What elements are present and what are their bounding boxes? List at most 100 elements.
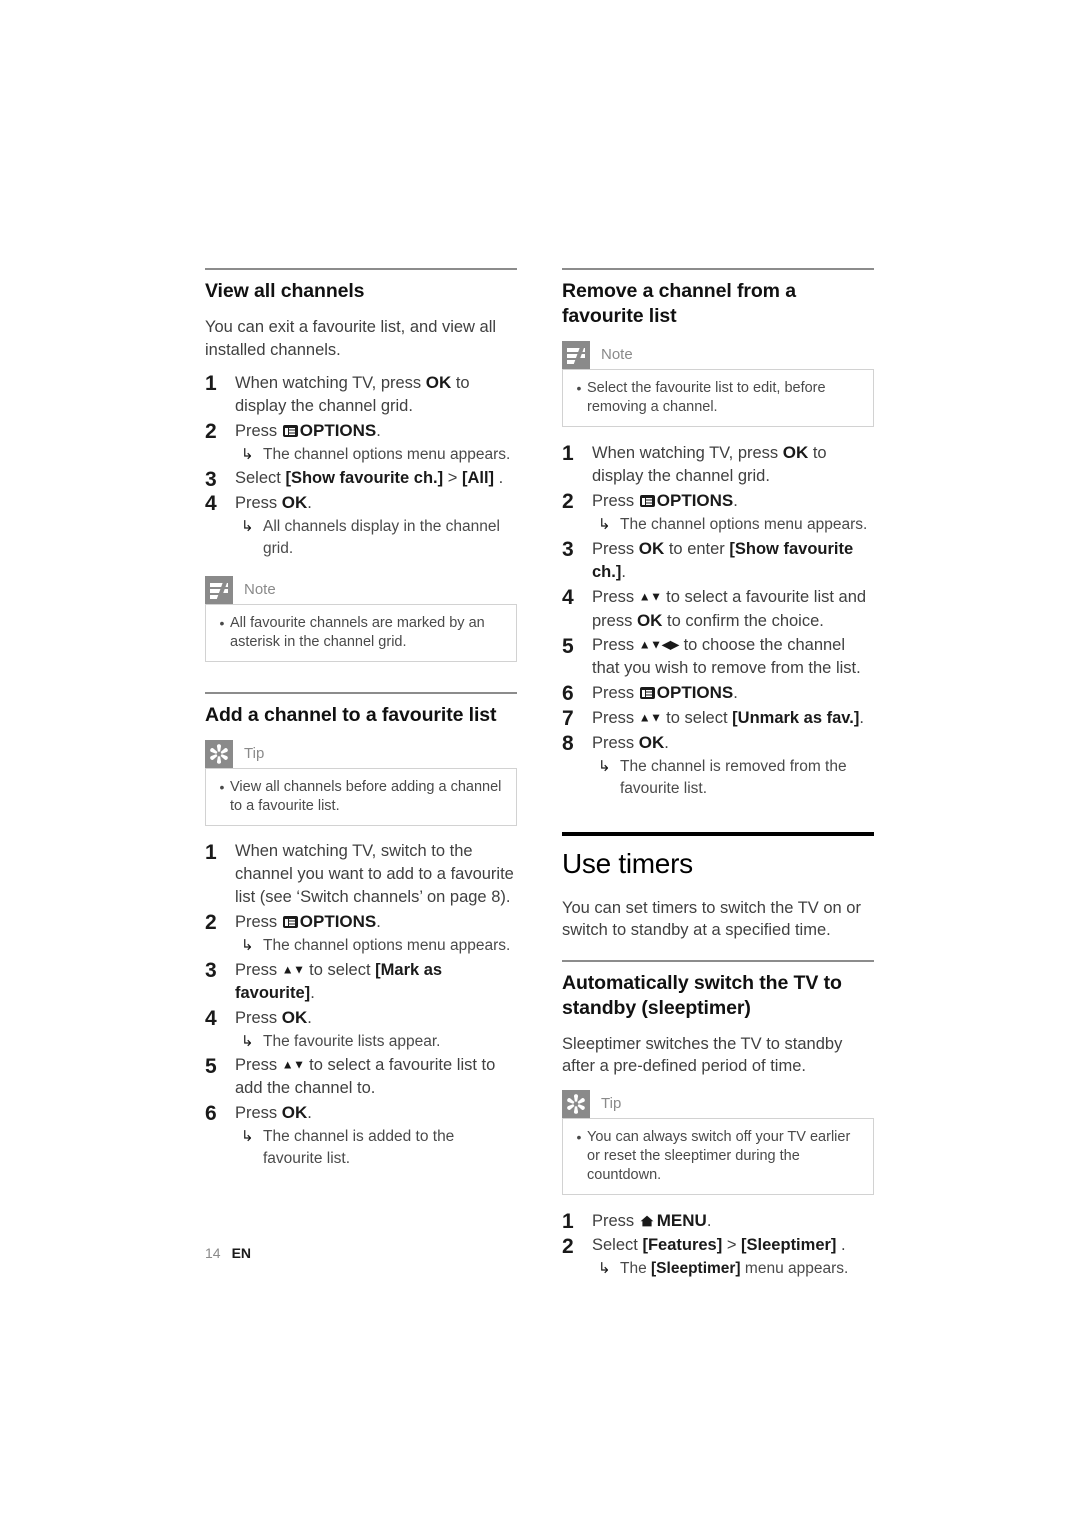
step-number: 1 xyxy=(562,1209,574,1233)
substep-text: The channel options menu appears. xyxy=(263,446,511,463)
updown-arrows-icon: ▲▼ xyxy=(281,1057,305,1072)
substep-arrow-icon: ↳ xyxy=(241,518,254,535)
section-rule xyxy=(205,268,517,270)
step-number: 2 xyxy=(205,911,217,934)
callout-item-text: Select the favourite list to edit, befor… xyxy=(587,380,826,415)
step-item: 5 Press ▲▼ to select a favourite list to… xyxy=(205,1054,517,1101)
step-text: Select [Show favourite ch.] > [All] . xyxy=(235,469,504,487)
callout-body: • All favourite channels are marked by a… xyxy=(205,604,517,662)
key-ok: OK xyxy=(638,732,665,752)
step-number: 7 xyxy=(562,707,574,730)
step-item: 7 Press ▲▼ to select [Unmark as fav.]. xyxy=(562,706,874,730)
step-text: Press ▲▼ to select a favourite list and … xyxy=(592,587,867,630)
updown-arrows-icon: ▲▼ xyxy=(281,962,305,976)
bullet-icon: • xyxy=(219,779,225,795)
section-add-channel-to-favourite: Add a channel to a favourite list Tip • … xyxy=(205,692,517,1170)
tip-icon xyxy=(205,740,233,768)
callout-list-item: • All favourite channels are marked by a… xyxy=(214,614,506,652)
step-item: 2 Select [Features] > [Sleeptimer] . ↳ T… xyxy=(562,1234,874,1280)
step-text: Press ▲▼◀▶ to choose the channel that yo… xyxy=(592,636,861,677)
step-item: 1 When watching TV, switch to the channe… xyxy=(205,840,517,909)
bullet-icon: • xyxy=(576,380,582,396)
home-menu-icon xyxy=(640,1215,654,1227)
options-icon xyxy=(282,916,298,928)
step-number: 8 xyxy=(562,731,574,755)
substep-text: The channel is added to the favourite li… xyxy=(263,1128,455,1167)
tip-callout: Tip • You can always switch off your TV … xyxy=(562,1089,874,1195)
step-text: Press OK. xyxy=(235,1103,312,1122)
substep-text: The channel is removed from the favourit… xyxy=(620,757,847,797)
substep-arrow-icon: ↳ xyxy=(598,516,611,533)
step-number: 5 xyxy=(205,1054,217,1078)
key-ok: OK xyxy=(281,493,308,512)
step-text: Press MENU. xyxy=(592,1210,712,1230)
callout-list-item: • Select the favourite list to edit, bef… xyxy=(571,379,863,417)
substep: ↳ The channel options menu appears. xyxy=(235,935,517,957)
step-item: 6 Press OK. ↳ The channel is added to th… xyxy=(205,1101,517,1170)
callout-list-item: • View all channels before adding a chan… xyxy=(214,778,506,816)
step-number: 4 xyxy=(205,1006,217,1030)
step-text: Press OK. xyxy=(235,493,312,512)
left-column: View all channels You can exit a favouri… xyxy=(205,268,517,1171)
substep-text: The favourite lists appear. xyxy=(263,1032,441,1050)
options-icon xyxy=(639,495,655,507)
step-item: 4 Press OK. ↳ The favourite lists appear… xyxy=(205,1006,517,1053)
options-icon xyxy=(639,687,655,699)
step-text: When watching TV, press OK to display th… xyxy=(592,443,827,485)
section-view-all-channels: View all channels You can exit a favouri… xyxy=(205,268,517,662)
step-number: 2 xyxy=(562,1234,574,1258)
step-item: 2 Press OPTIONS. ↳ The channel options m… xyxy=(562,489,874,536)
section-title-remove-channel: Remove a channel from a favourite list xyxy=(562,280,796,327)
step-text: Press OK to enter [Show favourite ch.]. xyxy=(592,539,854,581)
step-number: 2 xyxy=(205,420,217,443)
step-item: 6 Press OPTIONS. xyxy=(562,681,874,705)
tip-icon xyxy=(562,1089,590,1118)
step-number: 4 xyxy=(205,492,217,515)
steps-remove-channel: 1 When watching TV, press OK to display … xyxy=(562,441,874,800)
section-intro-use-timers: You can set timers to switch the TV on o… xyxy=(562,898,861,940)
step-number: 1 xyxy=(205,841,217,864)
substep: ↳ The channel options menu appears. xyxy=(592,514,874,536)
step-number: 3 xyxy=(205,468,217,491)
callout-item-text: All favourite channels are marked by an … xyxy=(230,615,485,650)
step-number: 4 xyxy=(562,586,574,609)
section-remove-channel-from-favourite: Remove a channel from a favourite list N… xyxy=(562,268,874,800)
updown-arrows-icon: ▲▼ xyxy=(638,589,662,603)
key-ok: OK xyxy=(281,1103,308,1122)
subsection-title-sleeptimer: Automatically switch the TV to standby (… xyxy=(562,971,842,1019)
substep: ↳ The [Sleeptimer] menu appears. xyxy=(592,1258,874,1280)
step-item: 4 Press ▲▼ to select a favourite list an… xyxy=(562,585,874,633)
options-icon xyxy=(282,425,298,437)
step-text: Press OPTIONS. xyxy=(592,683,738,702)
key-ok: OK xyxy=(425,373,452,392)
note-icon xyxy=(562,341,590,369)
asterisk-glyph xyxy=(567,1093,585,1114)
step-item: 8 Press OK. ↳ The channel is removed fro… xyxy=(562,731,874,800)
step-number: 2 xyxy=(562,490,574,513)
step-number: 6 xyxy=(562,682,574,705)
substep-arrow-icon: ↳ xyxy=(598,1259,611,1277)
callout-label: Tip xyxy=(244,745,265,762)
page-number: 14 xyxy=(205,1245,221,1261)
step-item: 1 When watching TV, press OK to display … xyxy=(205,371,517,418)
step-text: Select [Features] > [Sleeptimer] . xyxy=(592,1235,846,1254)
step-item: 3 Select [Show favourite ch.] > [All] . xyxy=(205,467,517,491)
step-item: 4 Press OK. ↳ All channels display in th… xyxy=(205,491,517,560)
step-number: 3 xyxy=(562,538,574,561)
callout-label: Note xyxy=(601,346,633,363)
step-text: Press OPTIONS. xyxy=(592,491,738,510)
callout-body: • View all channels before adding a chan… xyxy=(205,768,517,826)
step-text: Press ▲▼ to select a favourite list to a… xyxy=(235,1056,496,1097)
section-rule xyxy=(562,959,874,962)
step-text: When watching TV, switch to the channel … xyxy=(235,842,514,906)
step-item: 1 Press MENU. xyxy=(562,1209,874,1233)
substep-text: All channels display in the channel grid… xyxy=(263,518,500,557)
key-ok: OK xyxy=(638,539,665,558)
callout-label: Tip xyxy=(601,1094,622,1112)
step-text: Press OPTIONS. xyxy=(235,912,381,931)
substep-arrow-icon: ↳ xyxy=(241,446,254,463)
key-ok: OK xyxy=(782,443,809,462)
step-text: Press ▲▼ to select [Unmark as fav.]. xyxy=(592,708,864,727)
key-ok: OK xyxy=(636,610,663,630)
step-text: Press OK. xyxy=(592,732,669,752)
